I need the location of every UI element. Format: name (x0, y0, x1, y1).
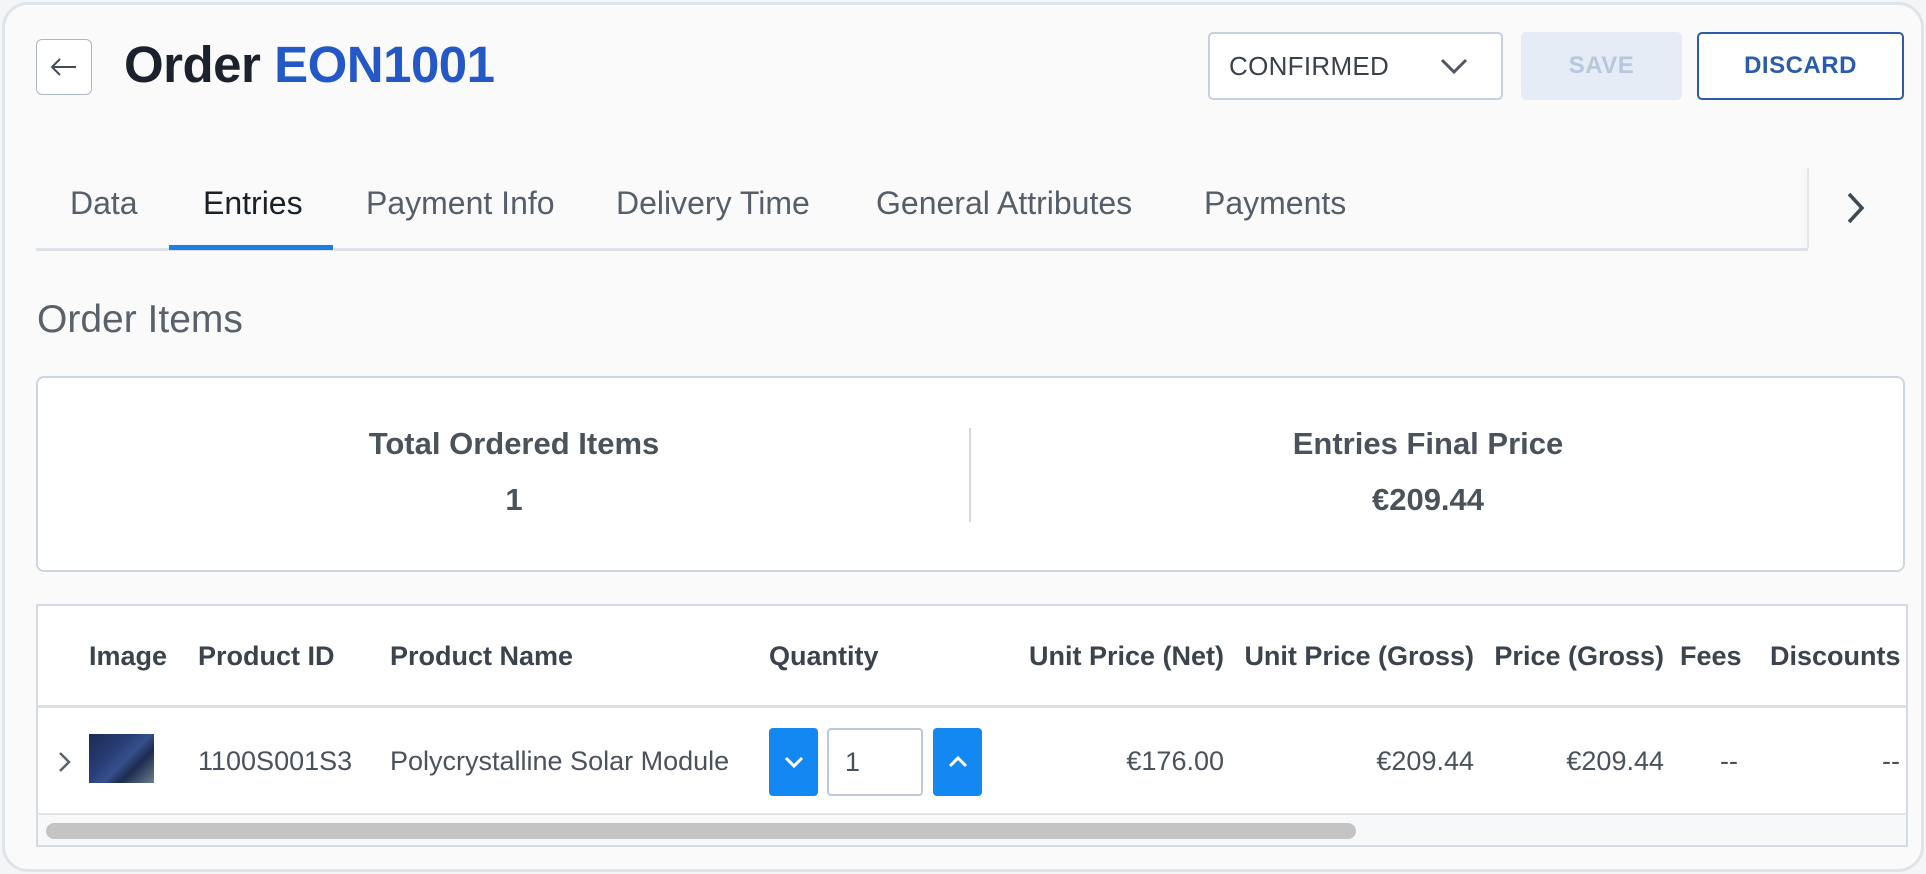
summary-divider (969, 428, 971, 522)
tabs-next-button[interactable] (1835, 185, 1875, 231)
cell-unit-price-net: €176.00 (1126, 746, 1224, 776)
chevron-right-icon (59, 752, 71, 772)
row-expand-button[interactable] (52, 747, 76, 777)
arrow-left-icon (50, 58, 76, 76)
tab-delivery-time[interactable]: Delivery Time (616, 185, 810, 222)
order-summary-card: Total Ordered Items 1 Entries Final Pric… (36, 376, 1905, 572)
chevron-down-icon (1440, 58, 1468, 75)
final-price-value: €209.44 (1371, 482, 1485, 517)
col-quantity[interactable]: Quantity (769, 641, 879, 672)
status-value: CONFIRMED (1229, 50, 1390, 81)
total-items-label: Total Ordered Items (368, 426, 660, 461)
chevron-up-icon (948, 755, 967, 768)
horizontal-scrollbar-thumb[interactable] (46, 823, 1356, 839)
quantity-decrement-button[interactable] (769, 728, 818, 796)
tab-bar: Data Entries Payment Info Delivery Time … (36, 165, 1808, 251)
order-items-table: Image Product ID Product Name Quantity U… (36, 604, 1908, 847)
col-unit-price-net[interactable]: Unit Price (Net) (1029, 641, 1224, 672)
col-product-name[interactable]: Product Name (390, 641, 573, 672)
cell-unit-price-gross: €209.44 (1376, 746, 1474, 776)
col-unit-price-gross[interactable]: Unit Price (Gross) (1244, 641, 1474, 672)
total-items-value: 1 (505, 482, 523, 517)
cell-discounts: -- (1882, 746, 1900, 776)
chevron-down-icon (784, 756, 803, 769)
save-button[interactable]: SAVE (1521, 32, 1682, 100)
tab-scroll-divider (1807, 168, 1809, 248)
tab-payment-info[interactable]: Payment Info (366, 185, 555, 222)
total-ordered-items: Total Ordered Items 1 (194, 426, 834, 518)
final-price-label: Entries Final Price (1292, 426, 1564, 461)
tab-data[interactable]: Data (70, 185, 138, 222)
cell-fees: -- (1720, 746, 1738, 776)
cell-price-gross: €209.44 (1566, 746, 1664, 776)
back-button[interactable] (36, 39, 92, 95)
table-row: 1100S001S3 Polycrystalline Solar Module … (38, 711, 1906, 815)
tab-general-attributes[interactable]: General Attributes (876, 185, 1132, 222)
col-product-id[interactable]: Product ID (198, 641, 335, 672)
quantity-increment-button[interactable] (933, 728, 982, 796)
order-detail-panel: Order EON1001 CONFIRMED SAVE DISCARD Dat… (2, 2, 1924, 872)
col-fees[interactable]: Fees (1680, 641, 1742, 672)
chevron-right-icon (1847, 192, 1865, 224)
order-id: EON1001 (274, 36, 495, 93)
product-image (89, 734, 154, 783)
col-image[interactable]: Image (89, 641, 167, 672)
title-prefix: Order (124, 36, 261, 93)
discard-button[interactable]: DISCARD (1697, 32, 1904, 100)
status-select[interactable]: CONFIRMED (1208, 32, 1503, 100)
cell-product-name: Polycrystalline Solar Module (390, 746, 730, 776)
tab-payments[interactable]: Payments (1204, 185, 1346, 222)
table-header: Image Product ID Product Name Quantity U… (38, 606, 1906, 708)
page-title: Order EON1001 (124, 35, 495, 94)
active-tab-indicator (169, 245, 333, 250)
section-title: Order Items (37, 298, 243, 341)
entries-final-price: Entries Final Price €209.44 (1108, 426, 1748, 518)
col-discounts[interactable]: Discounts (1770, 641, 1901, 672)
tab-entries[interactable]: Entries (203, 185, 303, 222)
col-price-gross[interactable]: Price (Gross) (1494, 641, 1664, 672)
horizontal-scrollbar[interactable] (38, 815, 1906, 845)
cell-product-id: 1100S001S3 (198, 746, 353, 776)
quantity-input[interactable]: 1 (827, 728, 923, 796)
